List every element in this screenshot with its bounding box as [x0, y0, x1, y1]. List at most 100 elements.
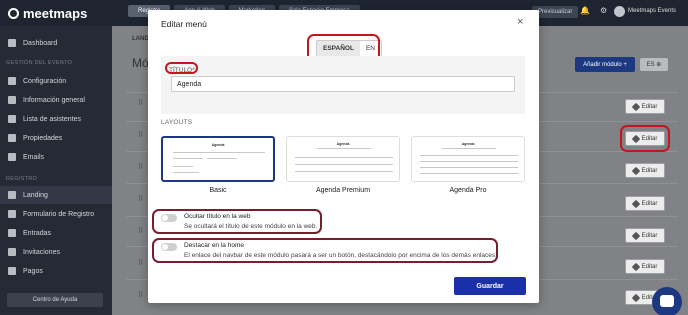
avatar[interactable] [614, 6, 625, 17]
edit-label: Editar [641, 232, 658, 239]
layout-name-pro: Agenda Pro [449, 187, 487, 194]
drag-handle-icon[interactable]: ⠿ [138, 164, 144, 174]
invitation-icon [8, 248, 16, 256]
layout-preview-line [317, 148, 371, 149]
users-icon [8, 115, 16, 123]
drag-handle-icon[interactable]: ⠿ [138, 132, 144, 142]
sidebar-item-label: Formulario de Registro [23, 210, 95, 218]
sidebar-item-informacion[interactable]: Información general [0, 91, 112, 109]
sidebar-item-pagos[interactable]: Pagos [0, 262, 112, 280]
hide-title-label: Ocultar título en la web [184, 213, 251, 220]
sidebar-item-label: Entradas [23, 229, 52, 237]
form-icon [8, 210, 16, 218]
sidebar-item-label: Emails [23, 153, 45, 161]
layout-preview-line [295, 171, 393, 172]
layout-preview-line [295, 164, 393, 165]
hide-title-toggle[interactable] [161, 214, 177, 222]
edit-button-highlight [620, 125, 670, 152]
save-button[interactable]: Guardar [454, 277, 526, 295]
meetmaps-logo[interactable]: meetmaps [8, 6, 87, 21]
sidebar-item-label: Landing [23, 191, 48, 199]
chat-button[interactable] [652, 287, 682, 315]
modal-title: Editar menú [161, 19, 207, 29]
edit-button[interactable]: Editar [625, 99, 665, 114]
layout-preview-line [420, 173, 518, 174]
layout-preview-line [442, 148, 496, 149]
layout-preview-line [173, 172, 199, 173]
layout-card-basic[interactable]: Agenda [161, 136, 275, 182]
ticket-icon [8, 229, 16, 237]
logo-text: meetmaps [23, 6, 88, 21]
sidebar-item-propiedades[interactable]: Propiedades [0, 129, 112, 147]
layout-preview-line [207, 158, 237, 159]
help-center-button[interactable]: Centro de Ayuda [7, 293, 103, 307]
sidebar-item-label: Lista de asistentes [23, 115, 81, 123]
logo-icon [8, 8, 19, 19]
pencil-icon [631, 166, 640, 175]
drag-handle-icon[interactable]: ⠿ [138, 196, 144, 206]
top-icons: 🔔 ⚙ [580, 6, 607, 15]
sidebar-section-event: GESTIÓN DEL EVENTO [6, 60, 73, 66]
user-name[interactable]: Meetmaps Events [628, 8, 676, 14]
sidebar-item-label: Invitaciones [23, 248, 60, 256]
layout-preview-title: Agenda [211, 143, 225, 147]
layout-preview-line [173, 152, 265, 153]
sidebar-item-asistentes[interactable]: Lista de asistentes [0, 110, 112, 128]
pencil-icon [631, 231, 640, 240]
featured-description: El enlace del navbar de este módulo pasa… [184, 252, 497, 259]
chat-icon [660, 295, 674, 307]
mail-icon [8, 153, 16, 161]
edit-button[interactable]: Editar [625, 196, 665, 211]
gear-icon [8, 77, 16, 85]
title-label-highlight [165, 62, 198, 74]
close-icon[interactable]: × [517, 17, 523, 28]
title-panel: TÍTULO* Agenda [161, 56, 525, 114]
featured-toggle[interactable] [161, 243, 177, 251]
language-selector[interactable]: ES ⊕ [640, 58, 668, 71]
edit-button[interactable]: Editar [625, 259, 665, 274]
payment-icon [8, 267, 16, 275]
pencil-icon [631, 102, 640, 111]
sidebar-item-emails[interactable]: Emails [0, 148, 112, 166]
drag-handle-icon[interactable]: ⠿ [138, 260, 144, 270]
title-input[interactable]: Agenda [171, 76, 515, 92]
globe-icon [8, 191, 16, 199]
sidebar-item-invitaciones[interactable]: Invitaciones [0, 243, 112, 261]
bell-icon[interactable]: 🔔 [580, 6, 590, 15]
layout-preview-line [173, 166, 193, 167]
layout-name-basic: Basic [209, 187, 227, 194]
dashboard-icon [8, 39, 16, 47]
add-module-button[interactable]: Añadir módulo + [575, 57, 635, 72]
sidebar-item-dashboard[interactable]: Dashboard [0, 34, 112, 52]
drag-handle-icon[interactable]: ⠿ [138, 292, 144, 302]
featured-label: Destacar en la home [184, 242, 244, 249]
layouts-heading: LAYOUTS [161, 119, 193, 126]
sidebar-item-entradas[interactable]: Entradas [0, 224, 112, 242]
toggle-knob [162, 215, 168, 221]
edit-label: Editar [641, 103, 658, 110]
edit-label: Editar [641, 263, 658, 270]
sidebar-section-registro: REGISTRO [6, 176, 38, 182]
drag-handle-icon[interactable]: ⠿ [138, 228, 144, 238]
layout-preview-line [295, 157, 393, 158]
gear-icon[interactable]: ⚙ [600, 6, 607, 15]
sidebar-item-configuracion[interactable]: Configuración [0, 72, 112, 90]
pencil-icon [631, 199, 640, 208]
hide-title-description: Se ocultará el título de este módulo en … [184, 223, 318, 230]
sidebar-item-formulario[interactable]: Formulario de Registro [0, 205, 112, 223]
layout-preview-title: Agenda [336, 142, 350, 146]
layout-preview-line [173, 158, 203, 159]
layout-preview-line [420, 161, 518, 162]
sidebar-item-label: Propiedades [23, 134, 63, 142]
edit-label: Editar [641, 167, 658, 174]
drag-handle-icon[interactable]: ⠿ [138, 100, 144, 110]
edit-button[interactable]: Editar [625, 163, 665, 178]
edit-button[interactable]: Editar [625, 228, 665, 243]
layout-card-pro[interactable]: Agenda [411, 136, 525, 182]
layout-preview-title: Agenda [461, 142, 475, 146]
layout-card-premium[interactable]: Agenda [286, 136, 400, 182]
sidebar-item-landing[interactable]: Landing [0, 186, 112, 204]
layout-preview-line [420, 167, 518, 168]
sidebar-item-label: Dashboard [23, 39, 58, 47]
info-icon [8, 96, 16, 104]
